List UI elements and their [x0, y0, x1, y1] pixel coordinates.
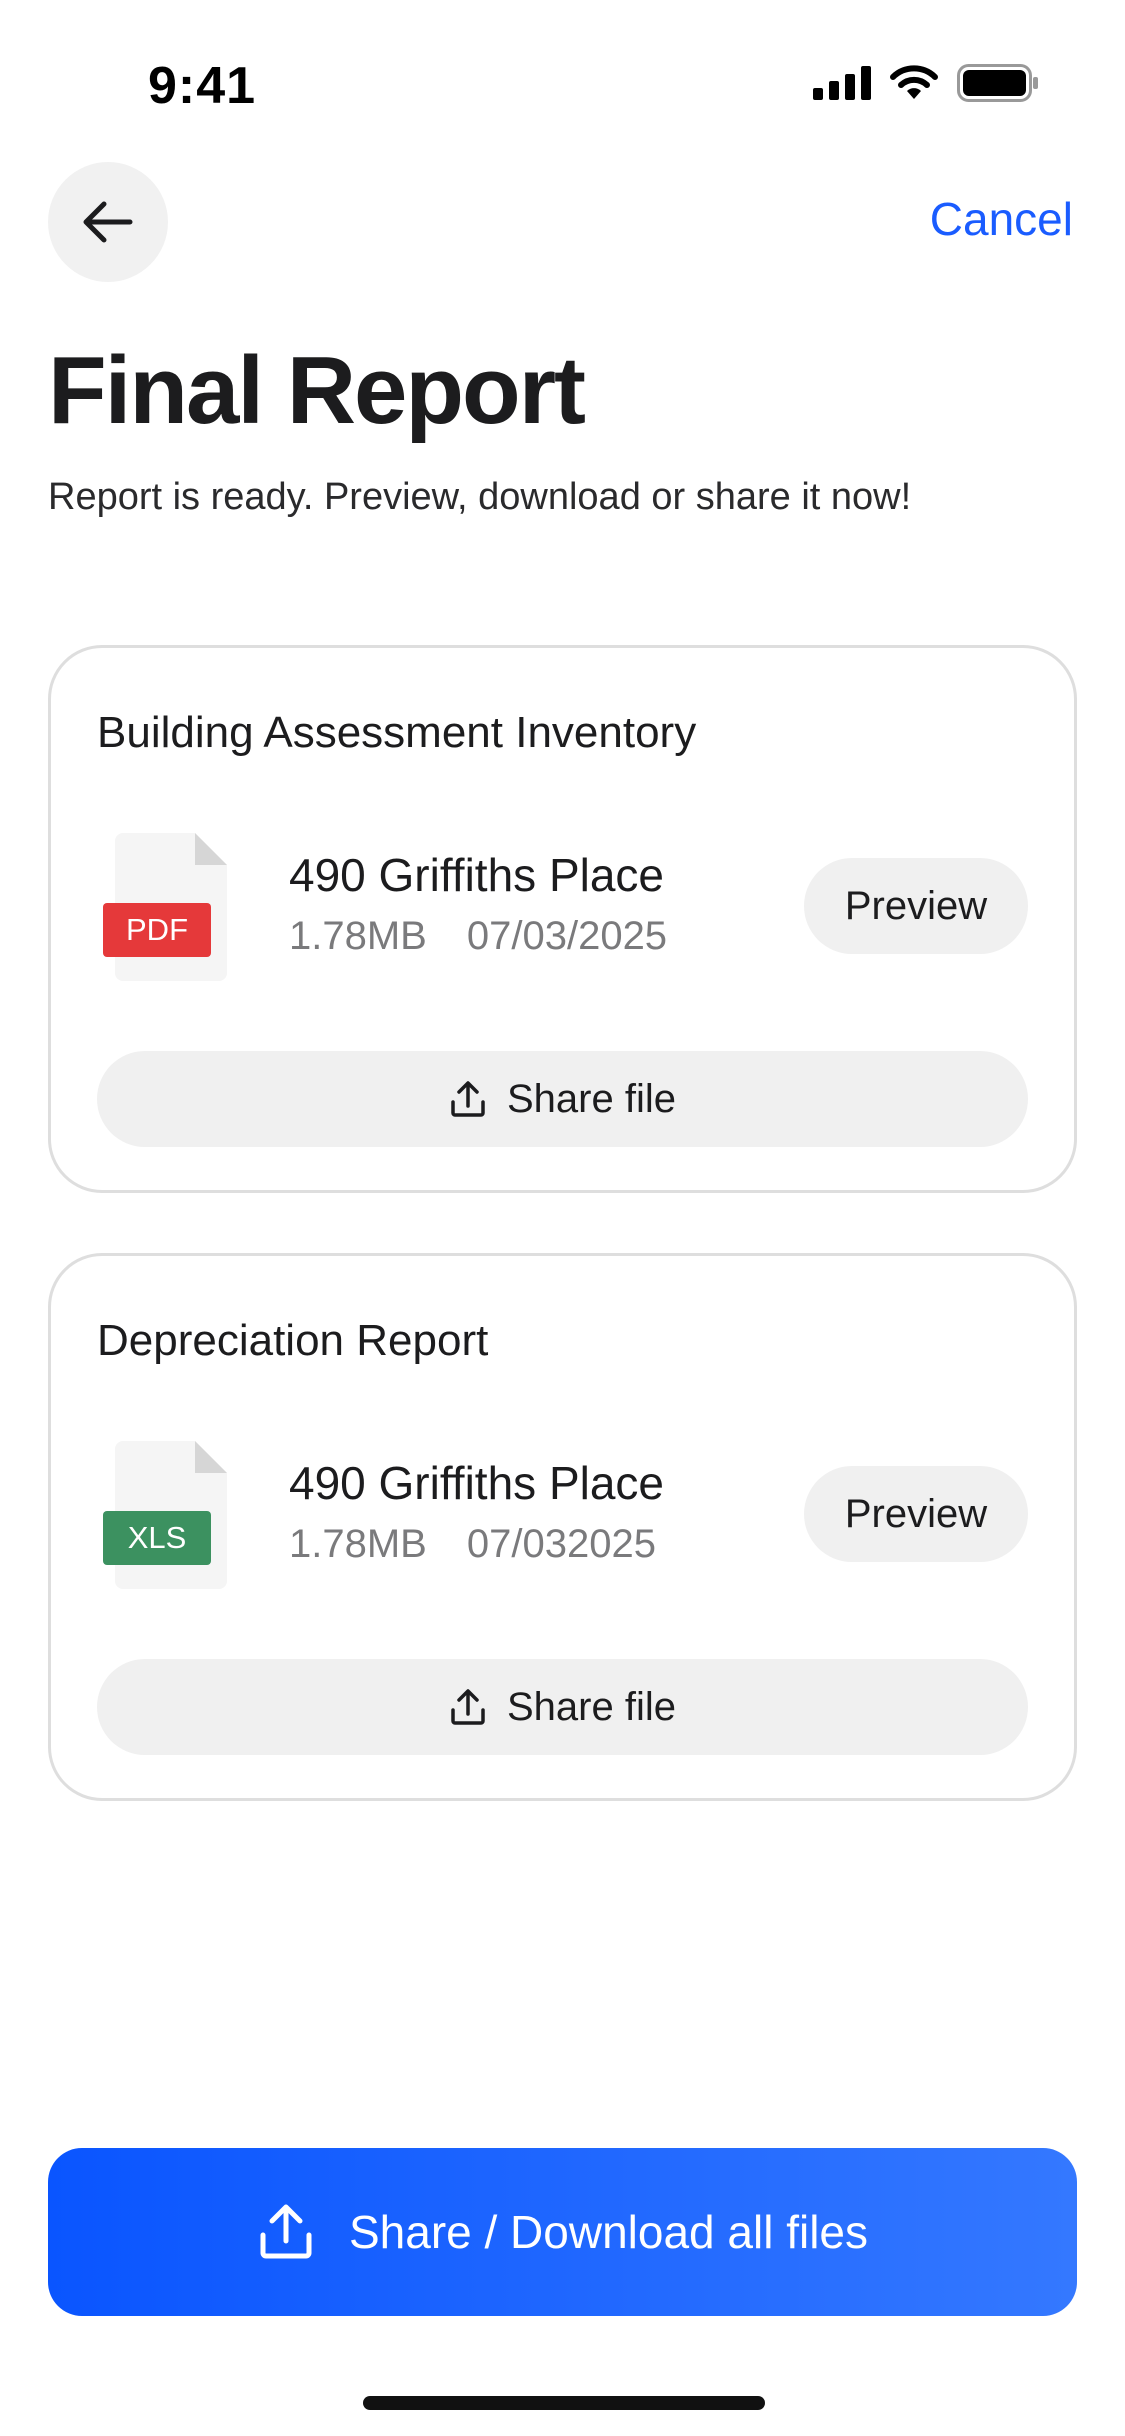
file-name: 490 Griffiths Place — [289, 849, 665, 901]
status-time: 9:41 — [148, 57, 257, 115]
status-icons — [813, 64, 1039, 102]
file-type-label: PDF — [126, 912, 188, 947]
share-download-all-button[interactable]: Share / Download all files — [48, 2148, 1077, 2316]
home-indicator — [363, 2396, 765, 2410]
battery-icon — [957, 64, 1038, 102]
upload-icon — [260, 2204, 312, 2259]
status-bar: 9:41 — [0, 0, 1125, 132]
xls-file-icon: XLS — [103, 1441, 227, 1589]
report-card-depreciation: Depreciation Report XLS 490 Griffiths Pl… — [48, 1253, 1077, 1801]
cancel-button[interactable]: Cancel — [930, 192, 1073, 246]
share-file-label: Share file — [507, 1076, 676, 1121]
file-type-label: XLS — [128, 1520, 187, 1555]
share-file-button[interactable]: Share file — [97, 1051, 1028, 1147]
preview-button[interactable]: Preview — [804, 858, 1028, 954]
report-card-building-assessment: Building Assessment Inventory PDF 490 Gr… — [48, 645, 1077, 1193]
back-button[interactable] — [48, 162, 168, 282]
card-title: Building Assessment Inventory — [97, 708, 697, 757]
upload-icon — [451, 1689, 485, 1725]
final-report-screen: 9:41 Cancel Final Report Report is ready… — [0, 0, 1125, 2436]
page-subtitle: Report is ready. Preview, download or sh… — [48, 476, 912, 518]
wifi-icon — [890, 65, 938, 99]
file-size: 1.78MB — [289, 1522, 427, 1566]
file-meta: 1.78MB 07/032025 — [289, 1522, 656, 1567]
cellular-signal-icon — [813, 66, 871, 100]
page-title: Final Report — [48, 337, 586, 444]
share-file-button[interactable]: Share file — [97, 1659, 1028, 1755]
preview-button[interactable]: Preview — [804, 1466, 1028, 1562]
file-size: 1.78MB — [289, 914, 427, 958]
arrow-left-icon — [83, 201, 133, 243]
share-file-label: Share file — [507, 1684, 676, 1729]
file-date: 07/03/2025 — [466, 914, 668, 958]
cta-label: Share / Download all files — [348, 2206, 869, 2258]
file-name: 490 Griffiths Place — [289, 1457, 665, 1509]
card-title: Depreciation Report — [97, 1316, 489, 1365]
upload-icon — [451, 1081, 485, 1117]
file-meta: 1.78MB 07/03/2025 — [289, 914, 667, 959]
file-date: 07/032025 — [466, 1522, 656, 1566]
pdf-file-icon: PDF — [103, 833, 227, 981]
